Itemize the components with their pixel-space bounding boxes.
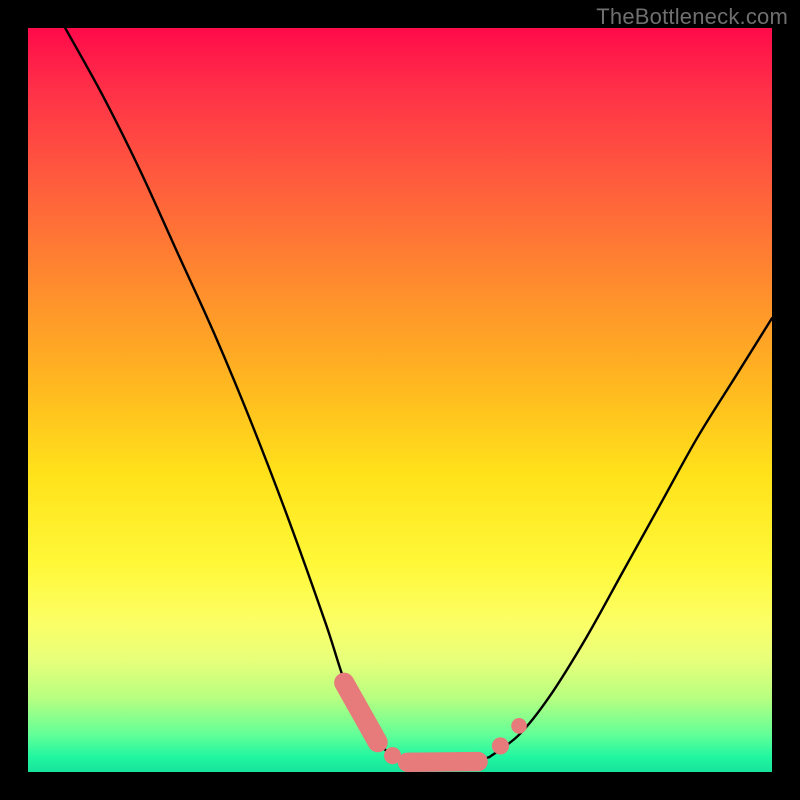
watermark-text: TheBottleneck.com <box>596 4 788 30</box>
valley-marker-dot <box>511 718 527 734</box>
marker-layer <box>344 683 527 764</box>
outer-black-frame: TheBottleneck.com <box>0 0 800 800</box>
valley-marker-capsule <box>344 683 377 743</box>
valley-marker-dot <box>492 737 509 754</box>
left-curve-path <box>65 28 400 761</box>
valley-marker-capsule <box>407 762 478 763</box>
plot-area <box>28 28 772 772</box>
right-curve-path <box>489 318 772 757</box>
chart-svg <box>28 28 772 772</box>
